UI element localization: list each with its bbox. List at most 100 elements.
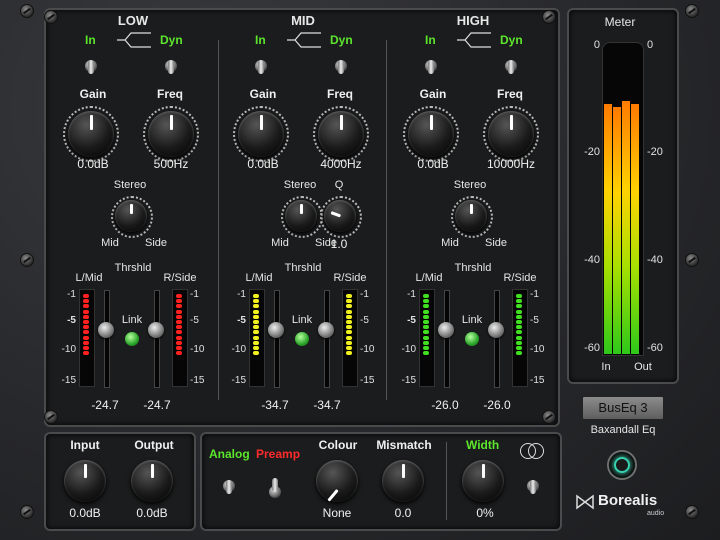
threshold-scale-left: -1: [237, 289, 246, 300]
meter-scale-right-0: 0: [647, 39, 654, 51]
colour-value: None: [322, 506, 352, 520]
meter-led: [83, 325, 89, 330]
screw-icon: [542, 10, 556, 24]
meter-scale-right-60: -60: [647, 342, 663, 354]
freq-knob[interactable]: [318, 111, 364, 157]
meter-bar: [604, 104, 612, 354]
threshold-scale-left: -10: [61, 344, 76, 355]
meter-led: [516, 314, 522, 319]
stereo-knob[interactable]: [285, 200, 317, 232]
meter-scale-left-60: -60: [584, 342, 600, 354]
power-button[interactable]: [607, 450, 637, 480]
freq-knob[interactable]: [148, 111, 194, 157]
stereo-knob[interactable]: [455, 200, 487, 232]
width-toggle[interactable]: [526, 472, 540, 498]
stereo-label: Stereo: [113, 179, 147, 191]
band-dyn-toggle[interactable]: [504, 52, 518, 78]
freq-value: 10000Hz: [486, 157, 536, 171]
width-knob[interactable]: [462, 460, 504, 502]
meter-led: [176, 351, 182, 356]
band-dyn-label: Dyn: [160, 33, 183, 47]
band-dyn-toggle[interactable]: [164, 52, 178, 78]
meter-led: [83, 335, 89, 340]
threshold-scale-right: -10: [190, 344, 205, 355]
threshold-fader-right[interactable]: [318, 322, 334, 338]
band-divider: [218, 40, 219, 400]
stereo-mid-label: Mid: [101, 237, 119, 249]
screw-icon: [685, 505, 699, 519]
mismatch-knob[interactable]: [382, 460, 424, 502]
meter-led: [83, 309, 89, 314]
meter-led: [176, 294, 182, 298]
input-label: Input: [70, 438, 100, 452]
meter-led: [253, 314, 259, 319]
stereo-knob[interactable]: [115, 200, 147, 232]
threshold-fader-right[interactable]: [148, 322, 164, 338]
colour-knob[interactable]: [316, 460, 358, 502]
link-button[interactable]: [295, 332, 309, 346]
threshold-scale-right: -1: [530, 289, 539, 300]
output-knob[interactable]: [131, 460, 173, 502]
threshold-scale-left: -1: [67, 289, 76, 300]
link-button[interactable]: [125, 332, 139, 346]
input-knob[interactable]: [64, 460, 106, 502]
meter-led: [253, 335, 259, 340]
meter-led: [253, 351, 259, 356]
gain-knob[interactable]: [68, 111, 114, 157]
link-button[interactable]: [465, 332, 479, 346]
meter-led: [83, 294, 89, 298]
threshold-scale-right: -15: [190, 375, 205, 386]
threshold-fader-right[interactable]: [488, 322, 504, 338]
meter-led: [423, 309, 429, 314]
q-knob[interactable]: [324, 200, 356, 232]
threshold-scale-right: -15: [530, 375, 545, 386]
q-value: 1.0: [330, 237, 348, 251]
meter-led: [176, 320, 182, 324]
threshold-scale-left: -5: [67, 315, 76, 326]
threshold-right-value: -34.7: [313, 398, 341, 412]
band-dyn-toggle[interactable]: [334, 52, 348, 78]
threshold-right-label: R/Side: [503, 272, 537, 284]
meter-led: [346, 309, 352, 314]
stereo-side-label: Side: [484, 237, 508, 249]
threshold-fader-left[interactable]: [98, 322, 114, 338]
freq-label: Freq: [326, 87, 353, 101]
filter-shape-icon: [287, 32, 321, 48]
band-in-label: In: [255, 33, 266, 47]
gain-label: Gain: [79, 87, 107, 101]
meter-led: [423, 325, 429, 330]
preset-selector[interactable]: BusEq 3: [582, 396, 664, 420]
q-label: Q: [334, 179, 344, 191]
threshold-scale-right: -1: [360, 289, 369, 300]
threshold-fader-left[interactable]: [268, 322, 284, 338]
threshold-fader-track-left: [104, 290, 110, 388]
link-label: Link: [121, 314, 143, 326]
band-in-toggle[interactable]: [84, 52, 98, 78]
meter-led: [423, 351, 429, 356]
mismatch-value: 0.0: [394, 506, 412, 520]
preamp-toggle[interactable]: [268, 478, 282, 504]
gain-knob[interactable]: [238, 111, 284, 157]
threshold-left-value: -34.7: [261, 398, 289, 412]
band-title-low: LOW: [117, 13, 149, 28]
threshold-scale-right: -5: [360, 315, 369, 326]
threshold-fader-left[interactable]: [438, 322, 454, 338]
threshold-fader-track-right: [324, 290, 330, 388]
threshold-left-label: L/Mid: [245, 272, 273, 284]
gain-value: 0.0dB: [77, 157, 109, 171]
band-in-toggle[interactable]: [254, 52, 268, 78]
analog-toggle[interactable]: [222, 472, 236, 498]
meter-led: [423, 346, 429, 350]
meter-out-label: Out: [634, 361, 652, 373]
band-in-toggle[interactable]: [424, 52, 438, 78]
gain-value: 0.0dB: [247, 157, 279, 171]
link-label: Link: [461, 314, 483, 326]
analog-label: Analog: [209, 447, 250, 461]
meter-led: [346, 335, 352, 340]
gain-knob[interactable]: [408, 111, 454, 157]
threshold-fader-track-right: [154, 290, 160, 388]
meter-led: [176, 335, 182, 340]
freq-knob[interactable]: [488, 111, 534, 157]
meter-led: [423, 320, 429, 324]
threshold-left-label: L/Mid: [415, 272, 443, 284]
